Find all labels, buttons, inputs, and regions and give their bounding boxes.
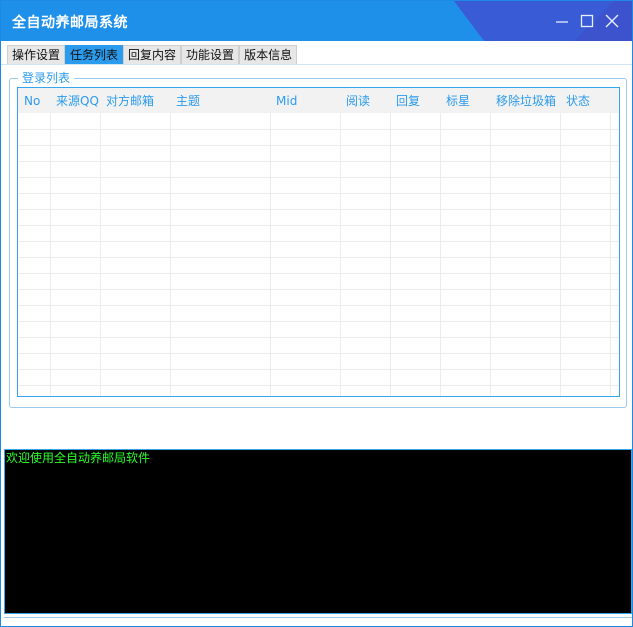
close-button[interactable] bbox=[603, 12, 621, 30]
window-title: 全自动养邮局系统 bbox=[12, 15, 128, 31]
task-table[interactable]: No 来源QQ 对方邮箱 主题 Mid 阅读 回复 标星 移除垃圾箱 状态 bbox=[17, 87, 620, 397]
console-log-text: 欢迎使用全自动养邮局软件 bbox=[6, 451, 151, 465]
table-header: No 来源QQ 对方邮箱 主题 Mid 阅读 回复 标星 移除垃圾箱 状态 bbox=[18, 88, 619, 113]
column-header-read[interactable]: 阅读 bbox=[340, 88, 390, 113]
login-list-legend: 登录列表 bbox=[18, 71, 75, 85]
tab-version-info[interactable]: 版本信息 bbox=[239, 45, 298, 64]
main-window: 全自动养邮局系统 操作设置 任务列表 回复内容 功能设置 版本信息 登录列表 N… bbox=[0, 0, 633, 627]
maximize-icon bbox=[580, 14, 594, 28]
grid-line bbox=[18, 337, 619, 338]
grid-line bbox=[18, 273, 619, 274]
minimize-icon bbox=[556, 21, 568, 23]
grid-line bbox=[18, 385, 619, 386]
grid-line bbox=[18, 369, 619, 370]
close-icon bbox=[605, 14, 619, 28]
grid-line bbox=[490, 113, 491, 396]
grid-line bbox=[18, 321, 619, 322]
grid-line bbox=[340, 113, 341, 396]
tab-task-list[interactable]: 任务列表 bbox=[65, 45, 124, 64]
column-header-source-qq[interactable]: 来源QQ bbox=[50, 88, 100, 113]
grid-line bbox=[18, 145, 619, 146]
grid-line bbox=[18, 209, 619, 210]
column-header-star[interactable]: 标星 bbox=[440, 88, 490, 113]
grid-line bbox=[610, 113, 611, 396]
maximize-button[interactable] bbox=[578, 12, 596, 30]
tab-panel-border bbox=[1, 64, 632, 65]
column-header-reply[interactable]: 回复 bbox=[390, 88, 440, 113]
grid-line bbox=[100, 113, 101, 396]
grid-line bbox=[18, 305, 619, 306]
column-header-target-email[interactable]: 对方邮箱 bbox=[100, 88, 170, 113]
grid-line bbox=[18, 241, 619, 242]
column-header-no[interactable]: No bbox=[18, 88, 50, 113]
tab-function-settings[interactable]: 功能设置 bbox=[181, 45, 240, 64]
grid-line bbox=[18, 129, 619, 130]
grid-line bbox=[270, 113, 271, 396]
grid-line bbox=[390, 113, 391, 396]
grid-line bbox=[18, 193, 619, 194]
column-header-status[interactable]: 状态 bbox=[560, 88, 610, 113]
grid-line bbox=[560, 113, 561, 396]
grid-line bbox=[18, 177, 619, 178]
grid-line bbox=[18, 353, 619, 354]
column-header-subject[interactable]: 主题 bbox=[170, 88, 270, 113]
title-bar[interactable]: 全自动养邮局系统 bbox=[1, 1, 632, 41]
tab-operation-settings[interactable]: 操作设置 bbox=[7, 45, 66, 64]
column-header-mid[interactable]: Mid bbox=[270, 88, 340, 113]
grid-line bbox=[18, 225, 619, 226]
grid-line bbox=[18, 161, 619, 162]
tab-strip: 操作设置 任务列表 回复内容 功能设置 版本信息 bbox=[7, 45, 298, 64]
tab-reply-content[interactable]: 回复内容 bbox=[123, 45, 182, 64]
grid-line bbox=[18, 257, 619, 258]
log-console[interactable]: 欢迎使用全自动养邮局软件 bbox=[4, 449, 632, 614]
status-divider bbox=[4, 617, 632, 618]
grid-line bbox=[170, 113, 171, 396]
grid-line bbox=[50, 113, 51, 396]
grid-line bbox=[18, 289, 619, 290]
grid-line bbox=[440, 113, 441, 396]
minimize-button[interactable] bbox=[553, 12, 571, 30]
column-header-remove-spam[interactable]: 移除垃圾箱 bbox=[490, 88, 560, 113]
